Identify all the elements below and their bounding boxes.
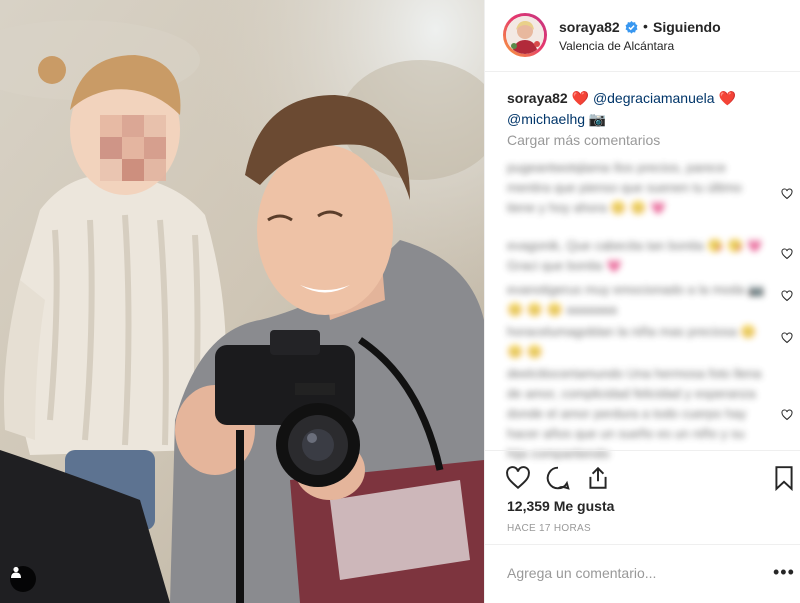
verified-badge-icon xyxy=(625,21,638,34)
camera-emoji: 📷 xyxy=(588,111,607,127)
heart-emoji: ❤️ xyxy=(718,90,736,106)
post-photo[interactable] xyxy=(0,0,484,603)
comment-like-heart-icon[interactable] xyxy=(781,290,793,302)
avatar-photo xyxy=(506,16,544,54)
comment-like-heart-icon[interactable] xyxy=(781,188,793,200)
share-icon[interactable] xyxy=(585,465,611,491)
user-tag-icon xyxy=(11,566,21,578)
header-username[interactable]: soraya82 xyxy=(559,19,620,35)
post-side-panel: soraya82 • Siguiendo Valencia de Alcánta… xyxy=(484,0,800,603)
comment-text: horacelumagoblan la niña mas preciosa 😊 … xyxy=(507,324,757,359)
post-caption: soraya82 ❤️ @degraciamanuela ❤️ @michael… xyxy=(507,88,787,130)
more-options-button[interactable]: ••• xyxy=(773,562,795,583)
bookmark-icon[interactable] xyxy=(771,465,797,491)
mention-link[interactable]: @degraciamanuela xyxy=(593,90,715,106)
comment-like-heart-icon[interactable] xyxy=(781,248,793,260)
mention-link[interactable]: @michaelhg xyxy=(507,111,585,127)
heart-icon[interactable] xyxy=(505,465,531,491)
follow-separator: • xyxy=(643,18,648,34)
tagged-users-button[interactable] xyxy=(10,566,36,592)
post-header: soraya82 • Siguiendo Valencia de Alcánta… xyxy=(485,0,800,72)
comment-like-heart-icon[interactable] xyxy=(781,409,793,421)
location-link[interactable]: Valencia de Alcántara xyxy=(559,39,674,53)
load-more-comments-button[interactable]: Cargar más comentarios xyxy=(507,132,660,148)
photo-illustration xyxy=(0,0,484,603)
likes-count[interactable]: 12,359 Me gusta xyxy=(507,498,614,514)
caption-username[interactable]: soraya82 xyxy=(507,90,568,106)
comment-text: pugeantwotqlama Ilos precios, parece men… xyxy=(507,160,742,215)
avatar[interactable] xyxy=(503,13,547,57)
comment-bubble-icon[interactable] xyxy=(545,465,571,491)
comment-input[interactable]: Agrega un comentario... xyxy=(507,565,656,581)
comment-text: evanotigerus muy emocionado a la moda 📷 … xyxy=(507,282,765,317)
post-timestamp[interactable]: HACE 17 HORAS xyxy=(507,523,591,534)
comment-text: deelcitiocertamundo Una hermosa foto lle… xyxy=(507,366,762,461)
following-button[interactable]: Siguiendo xyxy=(653,19,721,35)
comment-like-heart-icon[interactable] xyxy=(781,332,793,344)
post-actions xyxy=(485,450,800,491)
add-comment-bar: Agrega un comentario... ••• xyxy=(485,544,800,603)
comment-text: evagonik, Que cabecita tan bonita 😘 😘 💗 … xyxy=(507,238,763,273)
heart-emoji: ❤️ xyxy=(571,90,590,106)
